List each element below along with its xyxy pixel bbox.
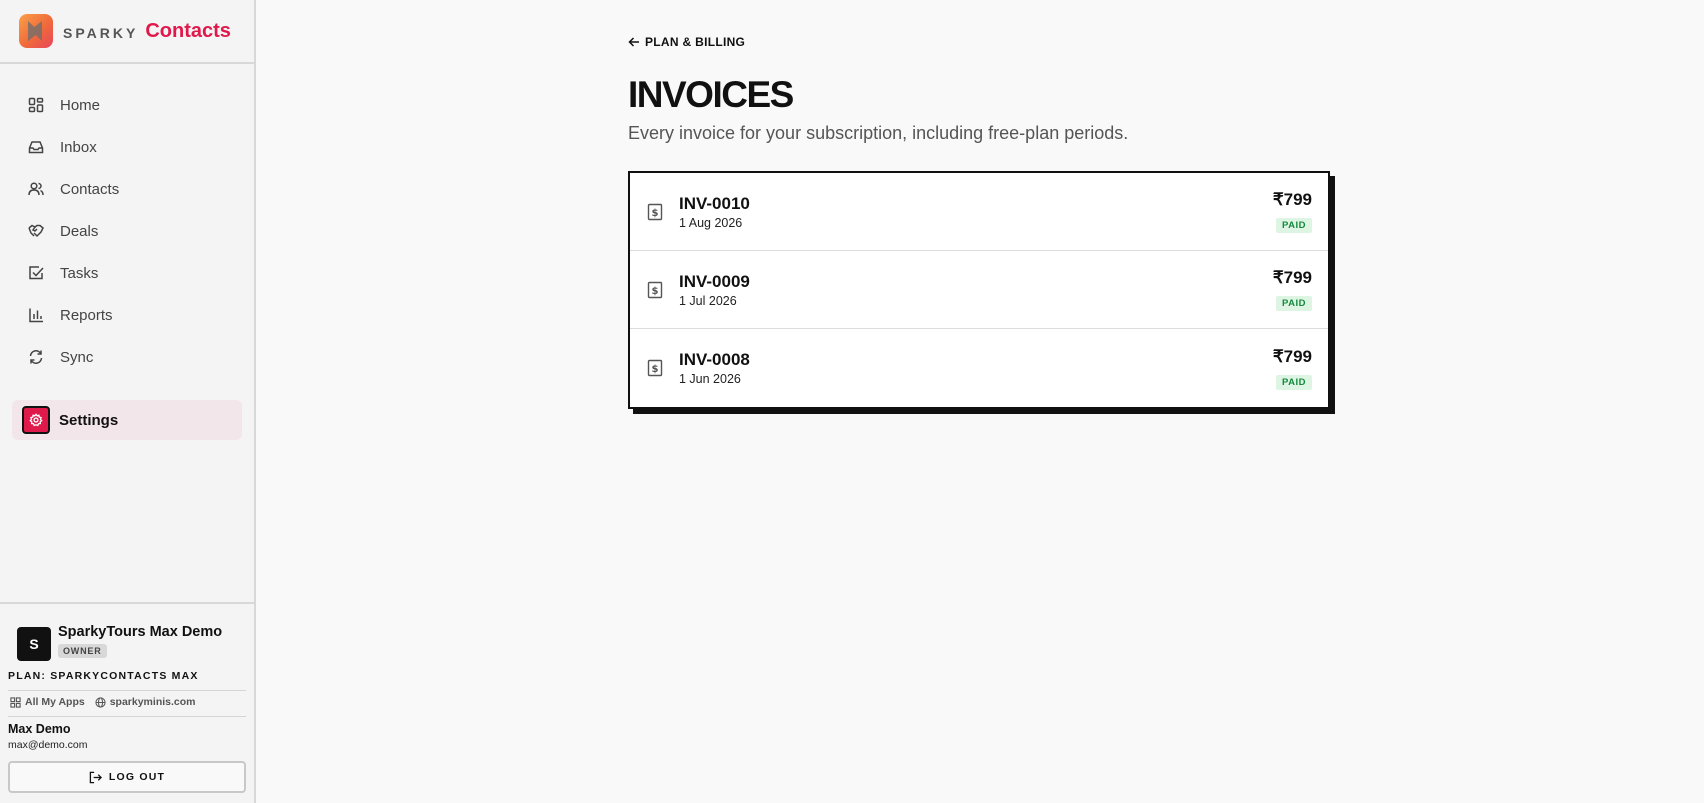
invoice-number: INV-0010 <box>679 193 750 213</box>
inbox-icon <box>28 139 44 155</box>
sidebar-item-tasks[interactable]: Tasks <box>0 252 254 294</box>
bar-chart-icon <box>28 307 44 323</box>
org-switcher[interactable]: S SparkyTours Max Demo OWNER <box>8 624 246 661</box>
sidebar-item-inbox[interactable]: Inbox <box>0 126 254 168</box>
logout-button[interactable]: LOG OUT <box>8 761 246 793</box>
sidebar-item-label: Home <box>60 96 101 114</box>
logout-label: LOG OUT <box>108 771 166 783</box>
handshake-icon <box>28 223 44 239</box>
role-badge: OWNER <box>58 644 107 658</box>
brand-header[interactable]: SPARKY Contacts <box>0 0 254 64</box>
all-apps-label: All My Apps <box>25 696 85 708</box>
invoice-row[interactable]: $ INV-0009 1 Jul 2026 ₹799 PAID <box>630 251 1328 329</box>
invoice-doc-icon: $ <box>647 203 663 220</box>
back-link[interactable]: PLAN & BILLING <box>628 35 745 49</box>
sidebar-item-contacts[interactable]: Contacts <box>0 168 254 210</box>
website-link[interactable]: sparkyminis.com <box>95 696 196 708</box>
website-label: sparkyminis.com <box>109 696 196 708</box>
status-badge: PAID <box>1276 374 1312 390</box>
account-panel: S SparkyTours Max Demo OWNER PLAN: SPARK… <box>0 602 254 803</box>
grid-icon <box>28 97 44 113</box>
refresh-icon <box>28 349 44 365</box>
apps-icon <box>10 696 21 708</box>
sidebar-item-label: Tasks <box>60 264 99 282</box>
svg-text:$: $ <box>652 208 659 219</box>
org-name: SparkyTours Max Demo <box>58 624 223 640</box>
sidebar-item-sync[interactable]: Sync <box>0 336 254 378</box>
sidebar-item-label: Inbox <box>60 138 97 156</box>
avatar: S <box>17 627 51 661</box>
sidebar-item-label: Sync <box>60 348 94 366</box>
check-square-icon <box>28 265 44 281</box>
invoice-number: INV-0008 <box>679 350 750 369</box>
invoice-amount: ₹799 <box>1272 346 1312 366</box>
status-badge: PAID <box>1276 218 1312 233</box>
sidebar-item-label: Reports <box>60 306 113 324</box>
svg-text:$: $ <box>652 286 659 297</box>
user-email: max@demo.com <box>8 739 88 751</box>
status-badge: PAID <box>1276 296 1312 311</box>
invoice-doc-icon: $ <box>647 359 663 377</box>
invoice-list: $ INV-0010 1 Aug 2026 ₹799 PAID $ INV-00… <box>628 171 1330 409</box>
back-link-label: PLAN & BILLING <box>645 35 746 49</box>
sidebar-item-home[interactable]: Home <box>0 84 254 126</box>
invoice-row[interactable]: $ INV-0008 1 Jun 2026 ₹799 PAID <box>630 329 1328 407</box>
sidebar-item-label: Deals <box>60 222 99 240</box>
invoice-date: 1 Jul 2026 <box>679 293 737 308</box>
footer-links: All My Apps sparkyminis.com <box>8 691 246 717</box>
all-apps-link[interactable]: All My Apps <box>10 696 85 708</box>
invoice-doc-icon: $ <box>647 281 663 298</box>
invoice-date: 1 Aug 2026 <box>679 215 743 230</box>
invoice-row[interactable]: $ INV-0010 1 Aug 2026 ₹799 PAID <box>630 173 1328 251</box>
arrow-left-icon <box>628 37 639 47</box>
sidebar-item-label: Settings <box>59 411 119 429</box>
svg-text:$: $ <box>652 364 659 375</box>
invoice-amount: ₹799 <box>1272 268 1312 287</box>
gear-icon <box>22 406 50 434</box>
invoice-amount: ₹799 <box>1272 190 1312 209</box>
globe-icon <box>95 696 106 708</box>
sidebar: SPARKY Contacts Home Inbox Contacts Deal… <box>0 0 256 803</box>
sidebar-item-settings[interactable]: Settings <box>12 400 242 440</box>
sparky-logo-icon <box>19 14 53 48</box>
user-name: Max Demo <box>8 722 71 736</box>
sidebar-nav: Home Inbox Contacts Deals Tasks Reports … <box>0 64 254 440</box>
sidebar-item-reports[interactable]: Reports <box>0 294 254 336</box>
invoice-date: 1 Jun 2026 <box>679 372 741 386</box>
sidebar-item-label: Contacts <box>60 180 120 198</box>
invoice-number: INV-0009 <box>679 271 750 291</box>
users-icon <box>28 181 44 197</box>
page-title: INVOICES <box>628 74 794 115</box>
brand-name: Contacts <box>145 19 231 42</box>
plan-label: PLAN: SPARKYCONTACTS MAX <box>8 670 246 691</box>
page-subtitle: Every invoice for your subscription, inc… <box>628 123 1129 143</box>
sidebar-item-deals[interactable]: Deals <box>0 210 254 252</box>
logout-icon <box>89 771 102 783</box>
brand-prefix: SPARKY <box>63 24 139 41</box>
